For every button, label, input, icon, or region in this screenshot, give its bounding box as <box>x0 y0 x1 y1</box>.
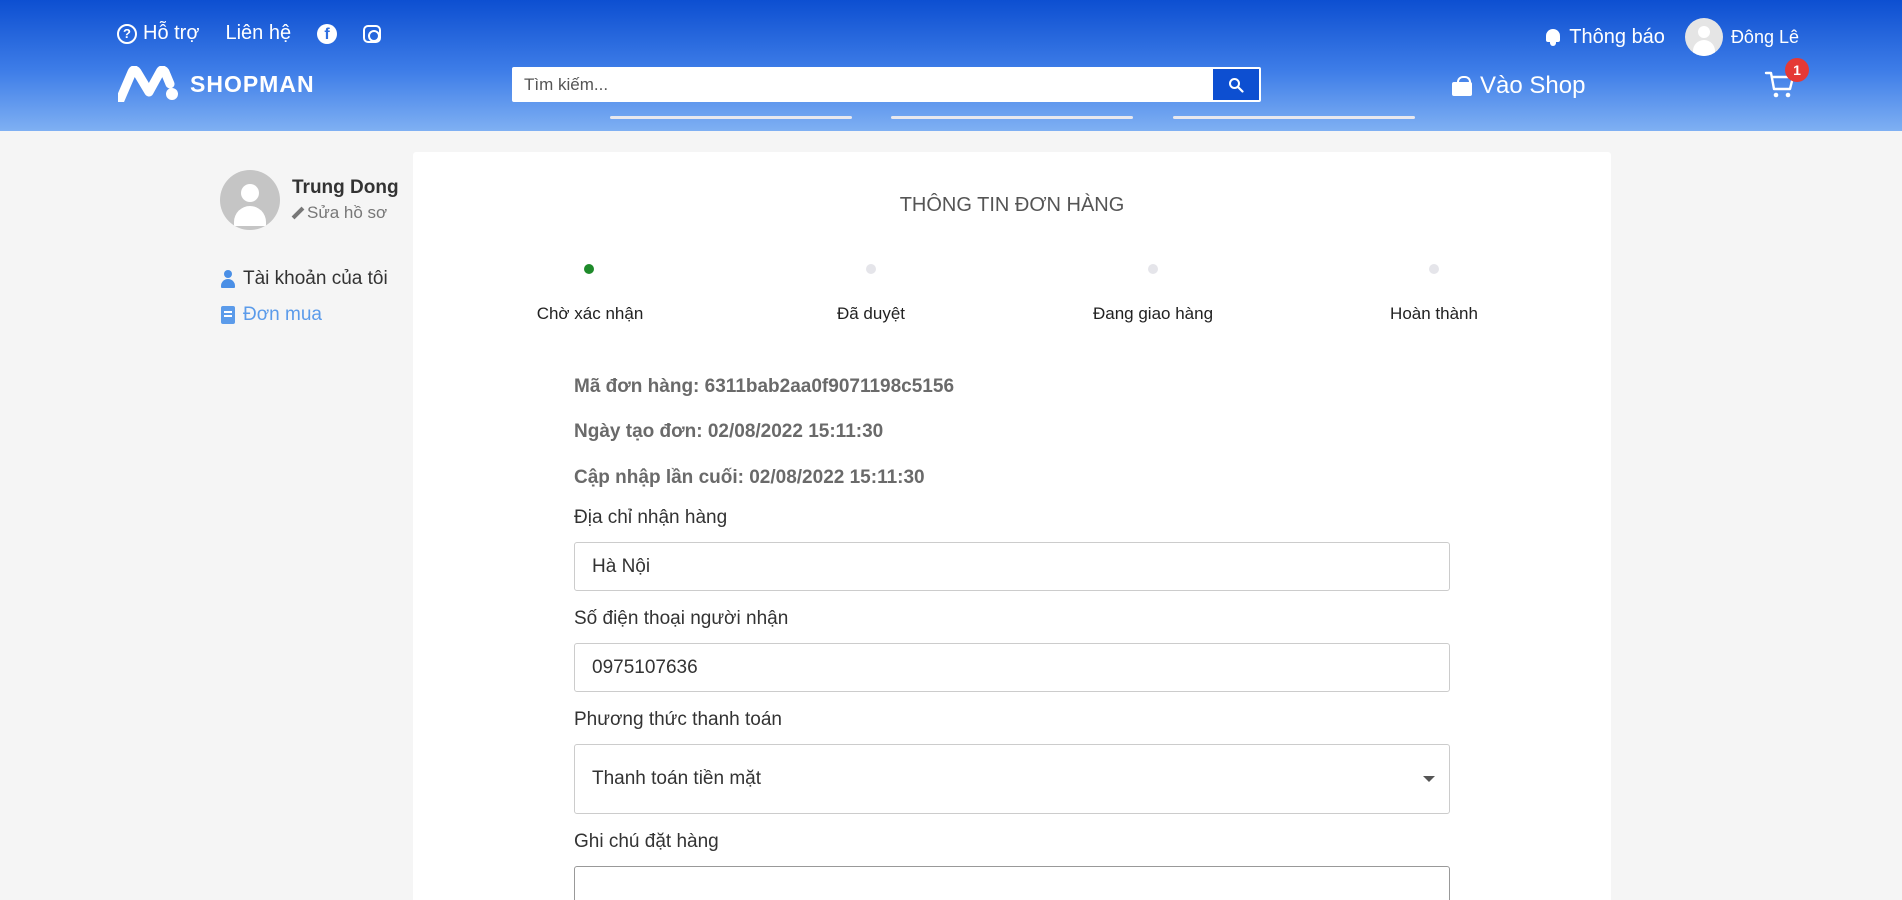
top-nav: ? Hỗ trợ Liên hệ f <box>117 22 382 45</box>
user-menu[interactable]: Đông Lê <box>1684 18 1799 56</box>
header: ? Hỗ trợ Liên hệ f Thông báo Đông Lê SHO… <box>0 0 1902 131</box>
logo-icon <box>118 66 178 102</box>
user-icon <box>221 270 235 288</box>
cart-count-badge: 1 <box>1785 58 1809 82</box>
instagram-icon[interactable] <box>363 24 382 43</box>
step-label-shipping: Đang giao hàng <box>1092 304 1214 323</box>
notifications-link[interactable]: Thông báo <box>1545 26 1665 49</box>
phone-label: Số điện thoại người nhận <box>574 608 789 629</box>
order-created-date: Ngày tạo đơn: 02/08/2022 15:11:30 <box>574 421 884 442</box>
question-icon: ? <box>117 23 137 44</box>
search-icon <box>1229 77 1244 93</box>
address-value: Hà Nội <box>592 555 651 577</box>
profile-summary: Trung Dong Sửa hồ sơ <box>220 170 399 230</box>
step-connector <box>1173 116 1415 119</box>
phone-value: 0975107636 <box>592 656 698 678</box>
edit-profile-link[interactable]: Sửa hồ sơ <box>292 203 399 223</box>
right-nav: Thông báo Đông Lê <box>1545 18 1799 56</box>
contact-label: Liên hệ <box>225 22 292 44</box>
sidebar-item-label: Đơn mua <box>243 304 322 325</box>
payment-method-label: Phương thức thanh toán <box>574 709 782 730</box>
step-dot-completed <box>1429 264 1439 274</box>
contact-link[interactable]: Liên hệ <box>225 22 291 45</box>
step-label-approved: Đã duyệt <box>836 304 906 323</box>
sidebar-item-label: Tài khoản của tôi <box>243 268 388 289</box>
enter-shop-label: Vào Shop <box>1480 72 1586 99</box>
step-label-completed: Hoàn thành <box>1390 304 1478 323</box>
order-id: Mã đơn hàng: 6311bab2aa0f9071198c5156 <box>574 376 955 397</box>
order-note-field[interactable] <box>574 866 1450 900</box>
step-dot-pending <box>584 264 594 274</box>
page-title: THÔNG TIN ĐƠN HÀNG <box>899 194 1125 216</box>
enter-shop-link[interactable]: Vào Shop <box>1452 72 1585 100</box>
user-name: Đông Lê <box>1730 26 1799 47</box>
order-note-label: Ghi chú đặt hàng <box>574 831 719 852</box>
search-bar <box>512 67 1261 102</box>
step-dot-approved <box>866 264 876 274</box>
order-updated-date: Cập nhập lần cuối: 02/08/2022 15:11:30 <box>574 467 925 488</box>
shopping-bag-icon <box>1452 76 1472 96</box>
chevron-down-icon <box>1423 776 1435 782</box>
search-input[interactable] <box>514 69 1213 100</box>
document-icon <box>221 306 235 324</box>
sidebar-menu: Tài khoản của tôi Đơn mua <box>221 268 388 340</box>
facebook-icon[interactable]: f <box>317 23 338 44</box>
profile-name: Trung Dong <box>292 177 399 198</box>
step-label-pending: Chờ xác nhận <box>536 304 644 323</box>
notifications-label: Thông báo <box>1569 25 1665 48</box>
search-button[interactable] <box>1213 69 1259 100</box>
sidebar-item-my-account[interactable]: Tài khoản của tôi <box>221 268 388 290</box>
logo-text: SHOPMAN <box>190 70 315 97</box>
sidebar-item-orders[interactable]: Đơn mua <box>221 304 388 326</box>
logo[interactable]: SHOPMAN <box>118 66 315 102</box>
payment-method-select[interactable]: Thanh toán tiền mặt <box>574 744 1450 814</box>
phone-field[interactable]: 0975107636 <box>574 643 1450 692</box>
bell-icon <box>1545 28 1561 46</box>
payment-method-value: Thanh toán tiền mặt <box>592 768 761 789</box>
step-connector <box>891 116 1133 119</box>
avatar <box>1684 18 1723 56</box>
help-label: Hỗ trợ <box>143 22 200 44</box>
help-link[interactable]: ? Hỗ trợ <box>117 22 199 45</box>
edit-profile-label: Sửa hồ sơ <box>307 203 388 222</box>
step-dot-shipping <box>1148 264 1158 274</box>
pencil-icon <box>292 207 304 219</box>
address-field[interactable]: Hà Nội <box>574 542 1450 591</box>
address-label: Địa chỉ nhận hàng <box>574 507 728 528</box>
profile-avatar <box>220 170 280 230</box>
step-connector <box>610 116 852 119</box>
